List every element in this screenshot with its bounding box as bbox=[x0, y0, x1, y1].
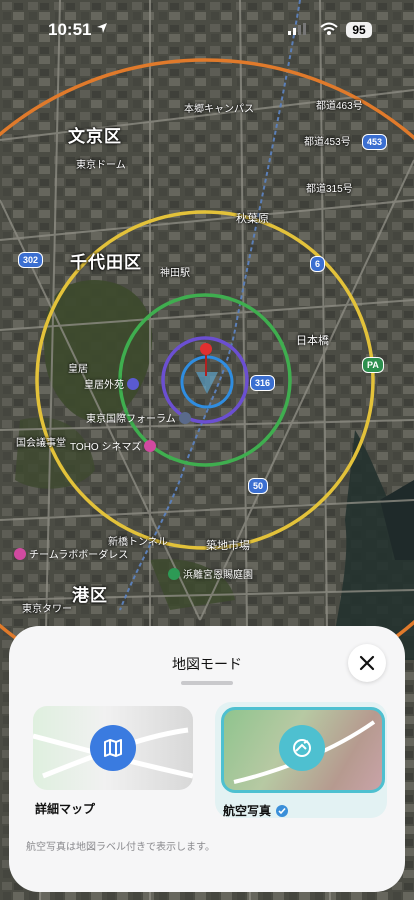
poi-label: 浜離宮恩賜庭園 bbox=[183, 570, 253, 581]
label-minato: 港区 bbox=[72, 586, 108, 605]
option-label: 航空写真 bbox=[223, 804, 272, 818]
battery-indicator: 95 bbox=[346, 22, 372, 38]
poi-kokyo-gaien[interactable]: 皇居外苑 bbox=[84, 376, 139, 391]
option-label-row: 航空写真 bbox=[223, 802, 289, 819]
satellite-icon bbox=[279, 725, 325, 771]
route-shield-50: 50 bbox=[248, 478, 269, 494]
cinema-icon bbox=[144, 439, 157, 452]
poi-label: TOHO シネマズ bbox=[70, 442, 142, 453]
label-kokyo: 皇居 bbox=[68, 364, 88, 375]
route-shield-316: 316 bbox=[250, 375, 276, 391]
status-time: 10:51 bbox=[48, 20, 92, 39]
location-arrow-icon bbox=[97, 23, 107, 33]
label-route-453: 都道453号 bbox=[304, 137, 351, 148]
label-route-463: 都道463号 bbox=[316, 101, 363, 112]
sheet-title: 地図モード bbox=[172, 656, 242, 672]
wifi-icon bbox=[320, 22, 338, 35]
route-shield-6: 6 bbox=[310, 256, 326, 272]
label-chiyoda: 千代田区 bbox=[70, 253, 142, 272]
sheet-footnote: 航空写真は地図ラベル付きで表示します。 bbox=[26, 842, 215, 853]
poi-label: 東京国際フォーラム bbox=[86, 414, 176, 425]
poi-toho[interactable]: TOHO シネマズ bbox=[70, 438, 157, 453]
close-icon bbox=[359, 655, 375, 671]
poi-hamarikyu[interactable]: 浜離宮恩賜庭園 bbox=[168, 566, 253, 581]
label-tokyo-tower: 東京タワー bbox=[22, 604, 72, 615]
label-tsukiji: 築地市場 bbox=[206, 540, 250, 552]
checkmark-icon bbox=[276, 804, 289, 817]
museum-icon bbox=[14, 547, 26, 560]
label-bunkyo: 文京区 bbox=[68, 127, 122, 146]
close-button[interactable] bbox=[348, 644, 386, 682]
map-icon bbox=[90, 725, 136, 771]
building-icon bbox=[178, 411, 191, 424]
label-hongo-campus: 本郷キャンパス bbox=[184, 104, 254, 115]
route-shield-302: 302 bbox=[18, 252, 44, 268]
label-route-315: 都道315号 bbox=[306, 184, 353, 195]
star-icon bbox=[127, 377, 139, 390]
park-icon bbox=[168, 567, 180, 580]
map-mode-option-satellite[interactable]: 航空写真 bbox=[215, 702, 387, 818]
route-shield-453: 453 bbox=[362, 134, 388, 150]
status-bar: 10:51 95 bbox=[0, 0, 414, 50]
label-kanda: 神田駅 bbox=[160, 268, 190, 279]
label-nihonbashi: 日本橋 bbox=[296, 335, 329, 347]
label-tokyo-dome: 東京ドーム bbox=[76, 160, 126, 171]
map-mode-option-detailed[interactable]: 詳細マップ bbox=[33, 706, 193, 816]
option-label: 詳細マップ bbox=[35, 802, 96, 816]
poi-teamlab[interactable]: チームラボボーダレス bbox=[14, 546, 128, 561]
label-akihabara: 秋葉原 bbox=[236, 213, 269, 225]
poi-label: チームラボボーダレス bbox=[29, 550, 129, 561]
detailed-map-preview bbox=[33, 706, 193, 790]
map-mode-sheet: 地図モード 詳細マップ 航空写真 航空写真は地図ラベル付きで表示します。 bbox=[9, 626, 405, 892]
poi-forum[interactable]: 東京国際フォーラム bbox=[86, 410, 191, 425]
signal-icon bbox=[288, 23, 306, 35]
route-shield-pa: PA bbox=[362, 357, 384, 373]
poi-label: 皇居外苑 bbox=[84, 380, 124, 391]
sheet-grabber[interactable] bbox=[181, 681, 233, 685]
satellite-preview bbox=[221, 707, 385, 793]
label-kokkai: 国会議事堂 bbox=[16, 438, 66, 449]
